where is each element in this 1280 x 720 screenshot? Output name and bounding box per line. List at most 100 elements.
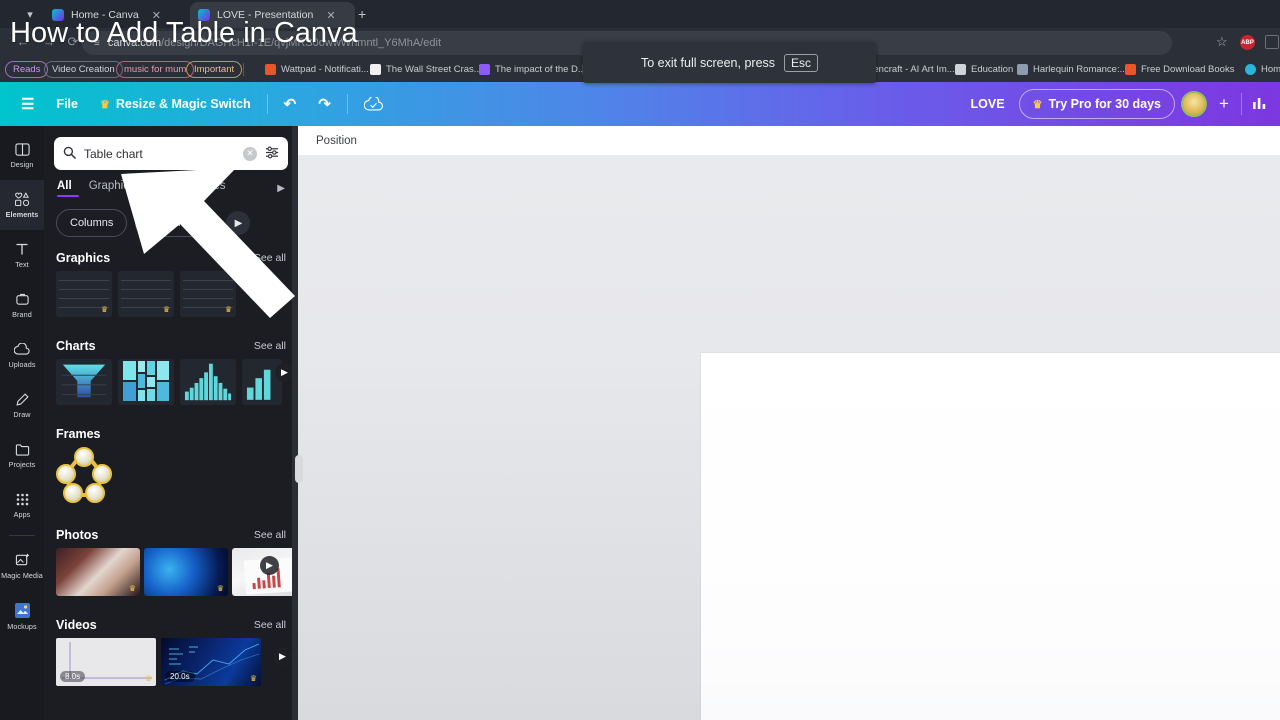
graphic-table-thumbnail[interactable]: ♛ xyxy=(56,271,112,317)
search-icon xyxy=(63,146,76,162)
crown-icon: ♛ xyxy=(1032,98,1043,111)
editor-workspace[interactable]: Activate Windows xyxy=(298,155,1280,720)
clear-icon[interactable]: ✕ xyxy=(243,146,257,161)
toolbar-divider xyxy=(1241,93,1242,115)
sidebar-item-label: Brand xyxy=(12,309,32,319)
hamburger-menu-button[interactable]: ☰ xyxy=(10,89,45,119)
sidebar-item-text[interactable]: Text xyxy=(0,230,44,280)
extensions-puzzle-icon[interactable] xyxy=(1265,35,1279,49)
resize-magic-switch-button[interactable]: ♛ Resize & Magic Switch xyxy=(89,89,262,119)
file-menu-button[interactable]: File xyxy=(45,89,89,119)
section-header-frames: Frames xyxy=(44,427,298,441)
sidebar-item-magic-media[interactable]: Magic Media xyxy=(0,541,44,591)
sidebar-item-elements[interactable]: Elements xyxy=(0,180,44,230)
video-duration-badge: 20.0s xyxy=(165,671,195,682)
sidebar-item-projects[interactable]: Projects xyxy=(0,430,44,480)
redo-button[interactable]: ↷ xyxy=(307,89,342,119)
bookmark-label: The Wall Street Cras... xyxy=(386,64,482,75)
bookmark-folder-music-for-mum[interactable]: music for mum xyxy=(116,61,195,78)
video-thumbnail-data[interactable]: 20.0s ♛ xyxy=(161,638,261,686)
left-rail: Design Elements Text Brand Uploads Draw … xyxy=(0,126,44,720)
videos-next-chevron-right-icon[interactable]: ▶ xyxy=(273,647,292,666)
bar-chart-icon xyxy=(1252,97,1265,109)
site-favicon xyxy=(479,64,490,75)
add-collaborator-button[interactable]: + xyxy=(1213,94,1235,114)
bookmark-star-icon[interactable]: ☆ xyxy=(1216,34,1228,50)
text-icon xyxy=(15,242,29,257)
video-thumbnail-light[interactable]: 8.0s ♛ xyxy=(56,638,156,686)
photos-thumbnails: ♛ ♛ ▶ xyxy=(44,542,298,596)
pentagon-frame-thumbnail[interactable] xyxy=(56,447,112,503)
sidebar-item-draw[interactable]: Draw xyxy=(0,380,44,430)
uploads-icon xyxy=(14,342,30,357)
bookmark-wattpad[interactable]: Wattpad - Notificati... xyxy=(258,61,376,78)
position-button[interactable]: Position xyxy=(316,135,357,147)
adblock-extension-icon[interactable]: ABP xyxy=(1240,35,1255,50)
search-input[interactable]: Table chart xyxy=(84,147,235,161)
toolbar-divider xyxy=(266,94,268,114)
chip-columns[interactable]: Columns xyxy=(56,209,128,237)
histogram-chart-thumbnail[interactable] xyxy=(180,359,236,405)
frame-node xyxy=(63,483,83,503)
section-title: Videos xyxy=(56,618,97,632)
video-overlay-title: How to Add Table in Canva xyxy=(10,17,358,49)
sidebar-item-label: Projects xyxy=(8,459,36,469)
bookmark-label: Gencraft - AI Art Im... xyxy=(866,64,955,75)
section-header-photos: Photos See all xyxy=(44,528,298,542)
file-menu-label: File xyxy=(56,97,78,111)
sidebar-item-mockups[interactable]: Mockups xyxy=(0,591,44,641)
site-favicon xyxy=(1017,64,1028,75)
bookmark-wall-street[interactable]: The Wall Street Cras... xyxy=(363,61,489,78)
analytics-bar-chart-icon[interactable] xyxy=(1248,96,1270,113)
bookmark-folder-reads[interactable]: Reads xyxy=(5,61,49,78)
sidebar-item-label: Magic Media xyxy=(1,570,43,580)
see-all-charts-link[interactable]: See all xyxy=(254,340,286,352)
undo-button[interactable]: ↶ xyxy=(273,89,308,119)
frame-node xyxy=(74,447,94,467)
sidebar-item-label: Elements xyxy=(5,209,39,219)
photo-thumbnail-hands[interactable]: ♛ xyxy=(56,548,140,596)
cloud-saved-button[interactable] xyxy=(353,89,394,119)
frame-node xyxy=(92,464,112,484)
bookmark-folder-video-creation[interactable]: Video Creation xyxy=(44,61,123,78)
magic-media-icon xyxy=(15,553,30,568)
bookmark-label: The impact of the D... xyxy=(495,64,586,75)
new-tab-button[interactable]: + xyxy=(358,6,366,22)
filter-sliders-icon[interactable] xyxy=(265,146,279,162)
see-all-videos-link[interactable]: See all xyxy=(254,619,286,631)
undo-icon: ↶ xyxy=(283,96,297,113)
search-box[interactable]: Table chart ✕ xyxy=(54,137,288,170)
sidebar-item-brand[interactable]: Brand xyxy=(0,280,44,330)
sidebar-item-design[interactable]: Design xyxy=(0,130,44,180)
bookmark-folder-important[interactable]: Important xyxy=(186,61,243,78)
funnel-chart-thumbnail[interactable] xyxy=(56,359,112,405)
bookmark-divider xyxy=(243,63,244,76)
frame-node xyxy=(56,464,76,484)
try-pro-label: Try Pro for 30 days xyxy=(1048,97,1161,111)
bookmark-harlequin[interactable]: Harlequin Romance:... xyxy=(1010,61,1135,78)
bookmark-free-download-books[interactable]: Free Download Books xyxy=(1118,61,1241,78)
photos-next-chevron-right-icon[interactable]: ▶ xyxy=(260,556,279,575)
editor-toolbar: Position xyxy=(298,126,1280,155)
charts-thumbnails: ▶ xyxy=(44,353,298,405)
photo-thumbnail-lights[interactable]: ♛ xyxy=(144,548,228,596)
bookmark-home-canva[interactable]: Home - C xyxy=(1238,61,1280,78)
sidebar-item-uploads[interactable]: Uploads xyxy=(0,330,44,380)
mockups-icon xyxy=(14,602,31,619)
sidebar-item-label: Uploads xyxy=(8,359,36,369)
see-all-photos-link[interactable]: See all xyxy=(254,529,286,541)
sidebar-item-label: Draw xyxy=(13,409,31,419)
crown-icon: ♛ xyxy=(100,305,108,314)
panel-collapse-handle[interactable] xyxy=(295,455,303,483)
grid-chart-thumbnail[interactable] xyxy=(118,359,174,405)
canvas-page[interactable] xyxy=(701,353,1280,720)
redo-icon: ↷ xyxy=(318,96,331,113)
bookmark-label: Education xyxy=(971,64,1014,75)
try-pro-button[interactable]: ♛ Try Pro for 30 days xyxy=(1018,89,1175,119)
cloud-saved-icon xyxy=(363,96,383,110)
design-icon xyxy=(14,142,30,157)
avatar[interactable] xyxy=(1181,91,1207,117)
sidebar-item-apps[interactable]: Apps xyxy=(0,480,44,530)
mouse-cursor-arrow xyxy=(121,168,295,318)
sidebar-item-label: Text xyxy=(15,259,29,269)
